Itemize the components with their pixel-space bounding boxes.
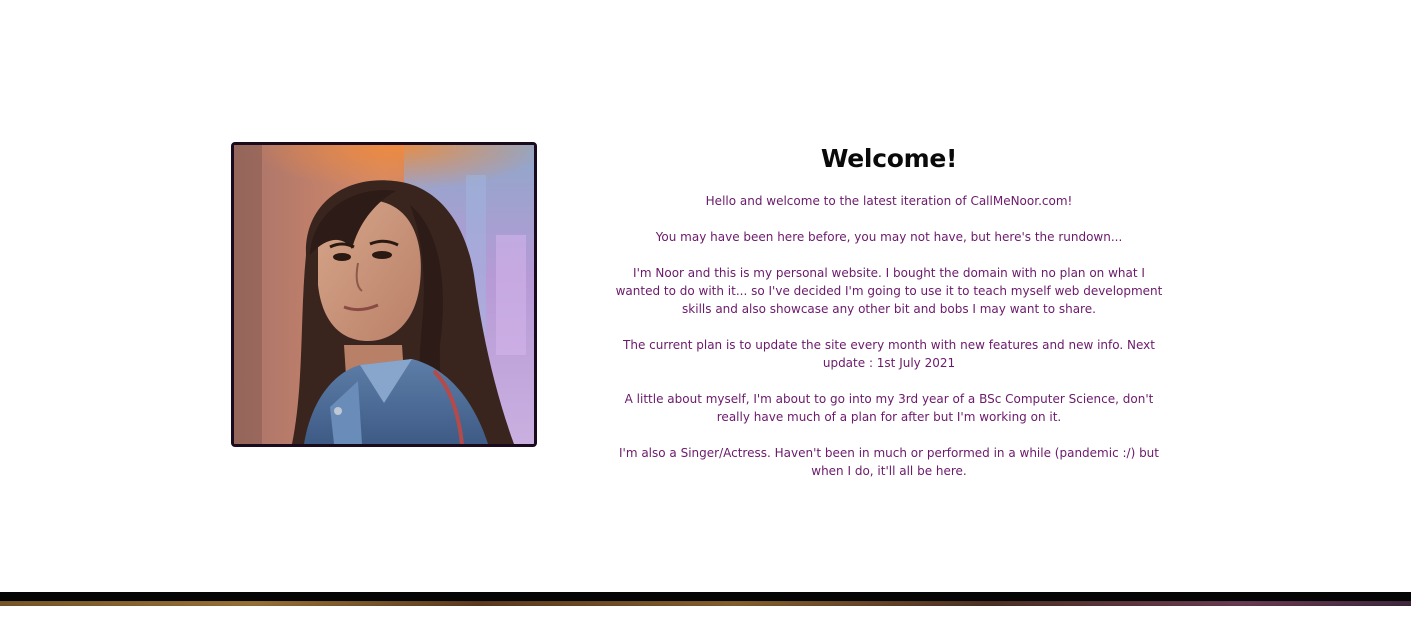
- welcome-title: Welcome!: [820, 144, 958, 173]
- welcome-paragraph-about-me: A little about myself, I'm about to go i…: [624, 392, 1154, 424]
- welcome-paragraph-singer: I'm also a Singer/Actress. Haven't been …: [618, 446, 1159, 478]
- page: Welcome! Hello and welcome to the latest…: [0, 0, 1411, 630]
- welcome-paragraph-plan: The current plan is to update the site e…: [623, 338, 1155, 370]
- profile-photo: [231, 142, 537, 447]
- portrait-image: [234, 145, 534, 444]
- welcome-paragraph-rundown: You may have been here before, you may n…: [655, 230, 1123, 244]
- welcome-paragraph-about-site: I'm Noor and this is my personal website…: [615, 266, 1163, 316]
- footer-image-strip: [0, 601, 1411, 606]
- welcome-paragraph-intro: Hello and welcome to the latest iteratio…: [705, 194, 1073, 208]
- welcome-section: Welcome! Hello and welcome to the latest…: [603, 142, 1175, 480]
- welcome-body: Hello and welcome to the latest iteratio…: [603, 192, 1175, 480]
